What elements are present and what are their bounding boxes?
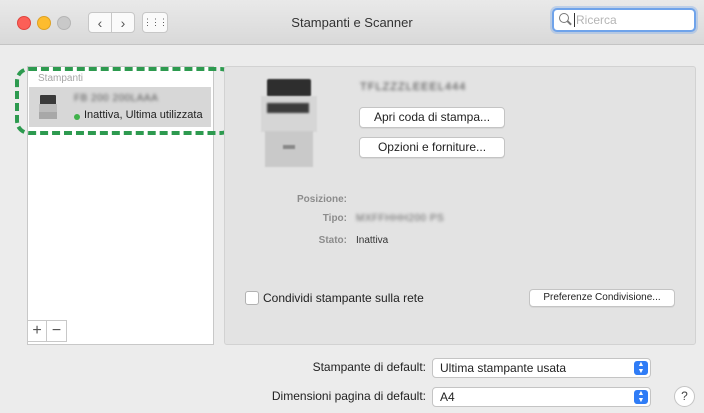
printer-detail-pane: TFLZZZLEEEL444 Apri coda di stampa... Op… [224, 66, 696, 345]
printers-window: ‹ › ⋮⋮⋮ Stampanti e Scanner Ricerca Stam… [0, 0, 704, 413]
help-button[interactable]: ? [674, 386, 695, 407]
default-paper-select[interactable]: A4 ▲ ▼ [432, 387, 651, 407]
options-supplies-button[interactable]: Opzioni e forniture... [359, 137, 505, 158]
printer-title: TFLZZZLEEEL444 [360, 81, 467, 93]
add-printer-button[interactable]: + [27, 320, 47, 342]
default-paper-label: Dimensioni pagina di default: [271, 389, 426, 403]
title-bar: ‹ › ⋮⋮⋮ Stampanti e Scanner Ricerca [0, 0, 704, 45]
open-print-queue-button[interactable]: Apri coda di stampa... [359, 107, 505, 128]
location-label: Posizione: [296, 194, 347, 205]
status-label: Stato: [318, 235, 347, 246]
search-placeholder: Ricerca [576, 13, 617, 27]
default-printer-select[interactable]: Ultima stampante usata ▲ ▼ [432, 358, 651, 378]
printer-large-icon [261, 79, 317, 167]
default-paper-value: A4 [440, 390, 455, 404]
remove-printer-button[interactable]: − [47, 320, 67, 342]
text-cursor [574, 13, 575, 27]
sharing-preferences-button[interactable]: Preferenze Condivisione... [529, 289, 675, 307]
updown-arrows-icon: ▲ ▼ [634, 361, 648, 375]
type-label: Tipo: [322, 213, 347, 224]
share-printer-checkbox[interactable] [245, 291, 259, 305]
status-value: Inattiva [356, 235, 389, 246]
add-remove-bar: + − [27, 320, 83, 342]
updown-arrows-icon: ▲ ▼ [634, 390, 648, 404]
default-printer-label: Stampante di default: [312, 360, 426, 374]
search-icon [559, 13, 569, 23]
default-printer-value: Ultima stampante usata [440, 361, 567, 375]
search-input[interactable]: Ricerca [552, 8, 696, 32]
highlight-annotation [15, 67, 235, 135]
share-printer-label: Condividi stampante sulla rete [263, 291, 424, 305]
type-value: MXFFHHH200 PS [356, 213, 445, 224]
